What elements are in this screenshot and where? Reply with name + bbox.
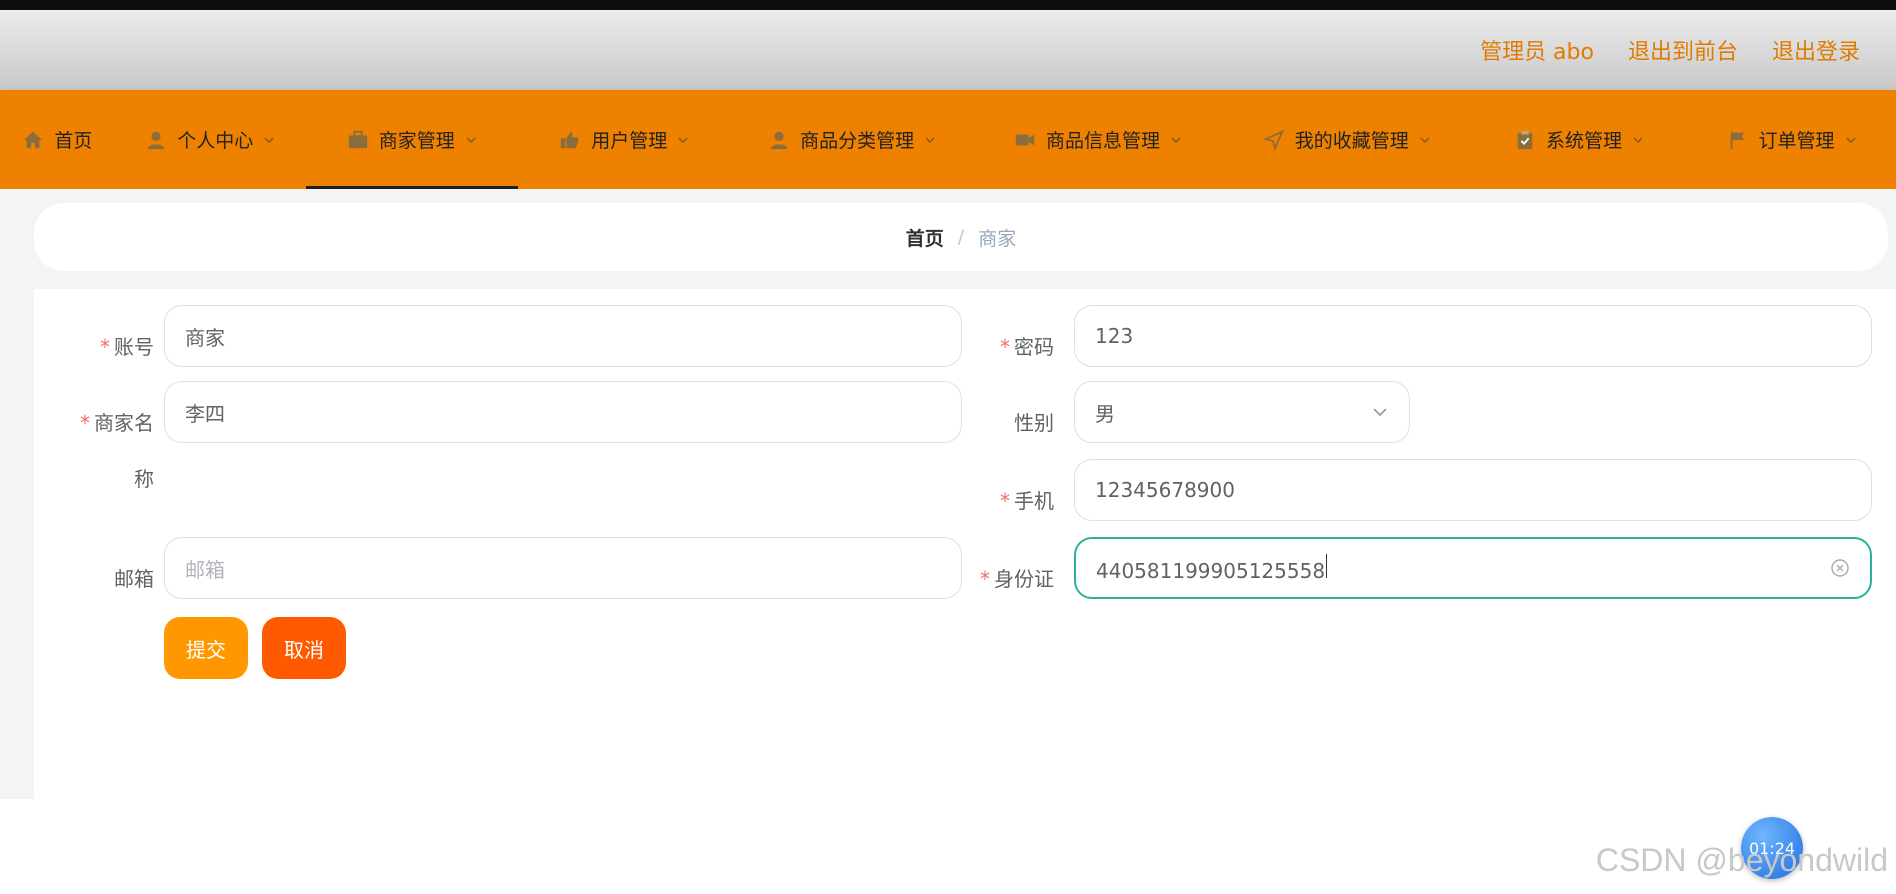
id-card-field-text: 440581199905125558	[1096, 553, 1328, 583]
nav-item-label: 用户管理	[591, 130, 668, 152]
email-label: 邮箱	[114, 567, 154, 591]
email-placeholder: 邮箱	[185, 557, 225, 582]
nav-item-label: 个人中心	[177, 130, 254, 152]
nav-item-label: 订单管理	[1758, 130, 1835, 152]
phone-input[interactable]: 12345678900	[1074, 459, 1872, 521]
breadcrumb-current: 商家	[978, 227, 1017, 250]
user-icon	[768, 129, 790, 151]
nav-item-label: 商家管理	[378, 130, 455, 152]
film-icon	[1014, 129, 1036, 151]
breadcrumb-separator: /	[957, 226, 965, 248]
home-icon	[22, 129, 44, 151]
breadcrumb-home[interactable]: 首页	[906, 224, 944, 251]
merchant-name-input[interactable]: 李四	[164, 381, 962, 443]
required-mark: *	[1000, 489, 1010, 513]
required-mark: *	[980, 567, 990, 591]
chevron-down-icon	[678, 136, 688, 143]
email-input[interactable]: 邮箱	[164, 537, 962, 599]
merchant-form: * 账号 商家 * 密码 123 * 商家名 称 李四 性别 男 * 手机 123456…	[34, 289, 1896, 799]
top-header: 管理员 abo 退出到前台 退出登录	[0, 10, 1896, 90]
exit-to-front-link[interactable]: 退出到前台	[1628, 34, 1738, 66]
nav-item-personal-center[interactable]: 个人中心	[115, 90, 306, 189]
required-mark: *	[1000, 335, 1010, 359]
nav-item-order-management[interactable]: 订单管理	[1687, 90, 1896, 189]
nav-item-category-management[interactable]: 商品分类管理	[731, 90, 974, 189]
nav-item-product-info-management[interactable]: 商品信息管理	[974, 90, 1223, 189]
nav-item-home[interactable]: 首页	[0, 90, 115, 189]
chevron-down-icon	[1420, 136, 1430, 143]
cancel-button[interactable]: 取消	[262, 617, 346, 679]
merchant-name-label: * 商家名	[80, 411, 154, 435]
id-card-label: * 身份证	[980, 567, 1054, 591]
merchant-name-value: 李四	[185, 401, 225, 426]
submit-button[interactable]: 提交	[164, 617, 248, 679]
account-label: * 账号	[100, 335, 154, 359]
nav-item-merchant-management[interactable]: 商家管理	[305, 90, 519, 189]
nav-item-system-management[interactable]: 系统管理	[1471, 90, 1687, 189]
account-input[interactable]: 商家	[164, 305, 962, 367]
chevron-down-icon	[1373, 408, 1387, 417]
thumb-up-icon	[559, 129, 581, 151]
location-arrow-icon	[1262, 129, 1285, 151]
chevron-down-icon	[264, 136, 274, 143]
chevron-down-icon	[466, 136, 476, 143]
password-value: 123	[1095, 324, 1134, 348]
nav-item-label: 我的收藏管理	[1294, 130, 1409, 152]
phone-label: * 手机	[1000, 489, 1054, 513]
nav-item-label: 首页	[54, 130, 93, 152]
required-mark: *	[80, 411, 90, 435]
admin-user-label[interactable]: 管理员 abo	[1480, 34, 1594, 66]
chevron-down-icon	[925, 136, 935, 143]
window-top-strip	[0, 0, 1896, 10]
clear-icon[interactable]	[1830, 558, 1850, 578]
user-icon	[145, 129, 167, 151]
nav-item-favorites-management[interactable]: 我的收藏管理	[1222, 90, 1471, 189]
nav-item-label: 商品分类管理	[800, 130, 915, 152]
clipboard-icon	[1514, 129, 1536, 151]
text-caret	[1326, 553, 1328, 578]
briefcase-icon	[347, 129, 369, 151]
required-mark: *	[100, 335, 110, 359]
csdn-watermark: CSDN @beyondwild	[1595, 842, 1888, 878]
gender-label: 性别	[1014, 411, 1054, 435]
id-card-input[interactable]: 440581199905125558	[1074, 537, 1872, 599]
gender-select[interactable]: 男	[1074, 381, 1410, 443]
chevron-down-icon	[1171, 136, 1181, 143]
chevron-down-icon	[1846, 136, 1856, 143]
main-nav: 首页 个人中心 商家管理 用户管理 商品分类管理 商品信息管理 我的收藏管理 系…	[0, 90, 1896, 189]
logout-link[interactable]: 退出登录	[1772, 34, 1860, 66]
nav-item-label: 商品信息管理	[1046, 130, 1161, 152]
breadcrumb: 首页 / 商家	[34, 203, 1888, 271]
password-label: * 密码	[1000, 335, 1054, 359]
main-content: 首页 / 商家 *账号 商家 *密码 123 *商家名 称 李四 性别 男	[0, 189, 1896, 799]
phone-value: 12345678900	[1095, 478, 1235, 502]
chevron-down-icon	[1633, 136, 1643, 143]
gender-value: 男	[1095, 401, 1115, 426]
header-links: 管理员 abo 退出到前台 退出登录	[1480, 10, 1860, 90]
merchant-name-label-wrap: 称	[134, 467, 154, 491]
account-value: 商家	[185, 325, 225, 350]
flag-icon	[1727, 129, 1749, 151]
password-input[interactable]: 123	[1074, 305, 1872, 367]
id-card-value: 440581199905125558	[1096, 558, 1326, 583]
nav-item-user-management[interactable]: 用户管理	[518, 90, 730, 189]
nav-item-label: 系统管理	[1546, 130, 1623, 152]
